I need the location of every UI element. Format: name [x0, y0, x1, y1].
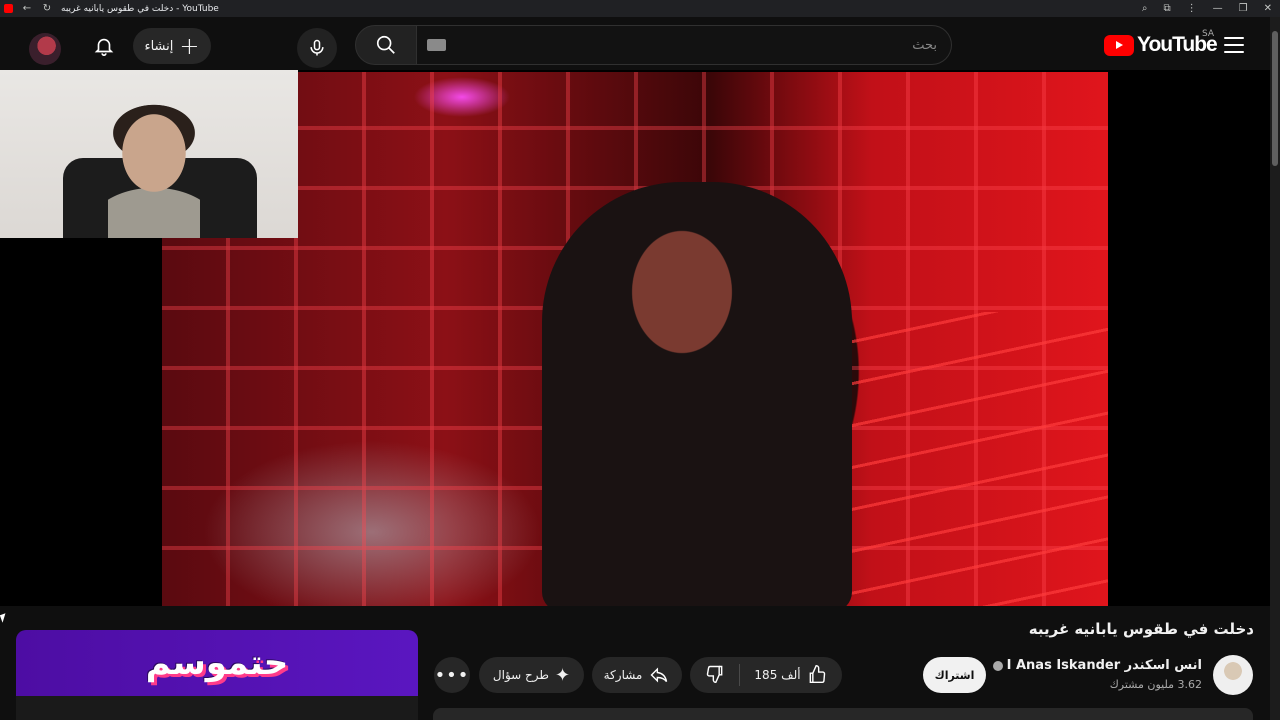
- search-placeholder: بحث: [912, 38, 937, 53]
- zoom-icon[interactable]: ⌕: [1142, 3, 1148, 14]
- channel-name-link[interactable]: انس اسكندر I Anas Iskander: [992, 658, 1202, 673]
- share-button[interactable]: مشاركة: [592, 657, 682, 693]
- video-title: دخلت في طقوس يابانيه غريبه: [1028, 620, 1254, 638]
- keyboard-icon[interactable]: [427, 39, 446, 51]
- promo-text: حتموسم: [145, 643, 289, 683]
- promo-banner[interactable]: حتموسم: [16, 630, 418, 696]
- share-label: مشاركة: [603, 668, 643, 682]
- plus-icon: +: [179, 32, 200, 60]
- verified-check-icon: [992, 660, 1003, 671]
- webcam-overlay: [0, 70, 298, 238]
- create-button[interactable]: إنشاء +: [133, 28, 211, 64]
- create-label: إنشاء: [144, 38, 174, 54]
- like-count: 185 ألف: [754, 668, 801, 682]
- led-staircase-lights: [802, 312, 1108, 606]
- account-avatar[interactable]: [29, 33, 61, 65]
- voice-search-button[interactable]: [297, 28, 337, 68]
- minimize-icon[interactable]: —: [1213, 3, 1223, 14]
- youtube-favicon-icon: [4, 4, 13, 13]
- more-dots-icon: •••: [434, 664, 470, 686]
- channel-avatar[interactable]: [1213, 655, 1253, 695]
- like-dislike-group: 185 ألف: [690, 657, 842, 693]
- sparkle-icon: ✦: [554, 664, 571, 686]
- microphone-icon: [310, 39, 324, 56]
- reload-icon[interactable]: ↻: [41, 3, 53, 14]
- extensions-icon[interactable]: ⧉: [1164, 3, 1171, 14]
- search-icon: [376, 35, 395, 54]
- close-icon[interactable]: ✕: [1264, 3, 1272, 14]
- youtube-header: إنشاء + بحث YouTube SA: [0, 17, 1280, 70]
- share-icon: [650, 667, 668, 683]
- like-divider: [739, 664, 741, 686]
- ask-label: طرح سؤال: [492, 668, 549, 682]
- promo-footer: [16, 696, 418, 720]
- youtube-play-icon: [1104, 34, 1134, 56]
- search-button[interactable]: [355, 25, 417, 65]
- country-code: SA: [1202, 29, 1215, 39]
- thumbs-up-icon: [809, 664, 825, 683]
- ask-question-button[interactable]: طرح سؤال ✦: [479, 657, 584, 693]
- youtube-logo[interactable]: YouTube SA: [1104, 29, 1218, 56]
- like-button[interactable]: [807, 664, 827, 687]
- notifications-bell-icon[interactable]: [90, 32, 118, 60]
- description-box[interactable]: [433, 708, 1253, 720]
- back-icon[interactable]: ←: [21, 3, 33, 14]
- guide-menu-icon[interactable]: [1222, 35, 1246, 55]
- channel-name: انس اسكندر I Anas Iskander: [1006, 658, 1202, 673]
- page-scrollbar[interactable]: [1270, 17, 1280, 720]
- tab-title: دخلت في طقوس يابانيه غريبه - YouTube: [61, 3, 219, 14]
- more-actions-button[interactable]: •••: [434, 657, 470, 693]
- video-frame[interactable]: [162, 72, 1108, 606]
- scrollbar-thumb[interactable]: [1272, 31, 1278, 166]
- thumbs-down-icon: [707, 665, 723, 683]
- browser-title-bar: ← ↻ دخلت في طقوس يابانيه غريبه - YouTube…: [0, 0, 1280, 17]
- more-icon[interactable]: ⋮: [1187, 3, 1197, 14]
- subscribe-button[interactable]: اشتراك: [923, 657, 986, 693]
- restore-icon[interactable]: ❐: [1239, 3, 1248, 14]
- video-player[interactable]: [0, 70, 1270, 606]
- search-input[interactable]: بحث: [417, 25, 952, 65]
- subscriber-count: 3.62 مليون مشترك: [1109, 678, 1202, 691]
- dislike-button[interactable]: [705, 664, 725, 687]
- mouse-cursor-icon: [0, 613, 9, 623]
